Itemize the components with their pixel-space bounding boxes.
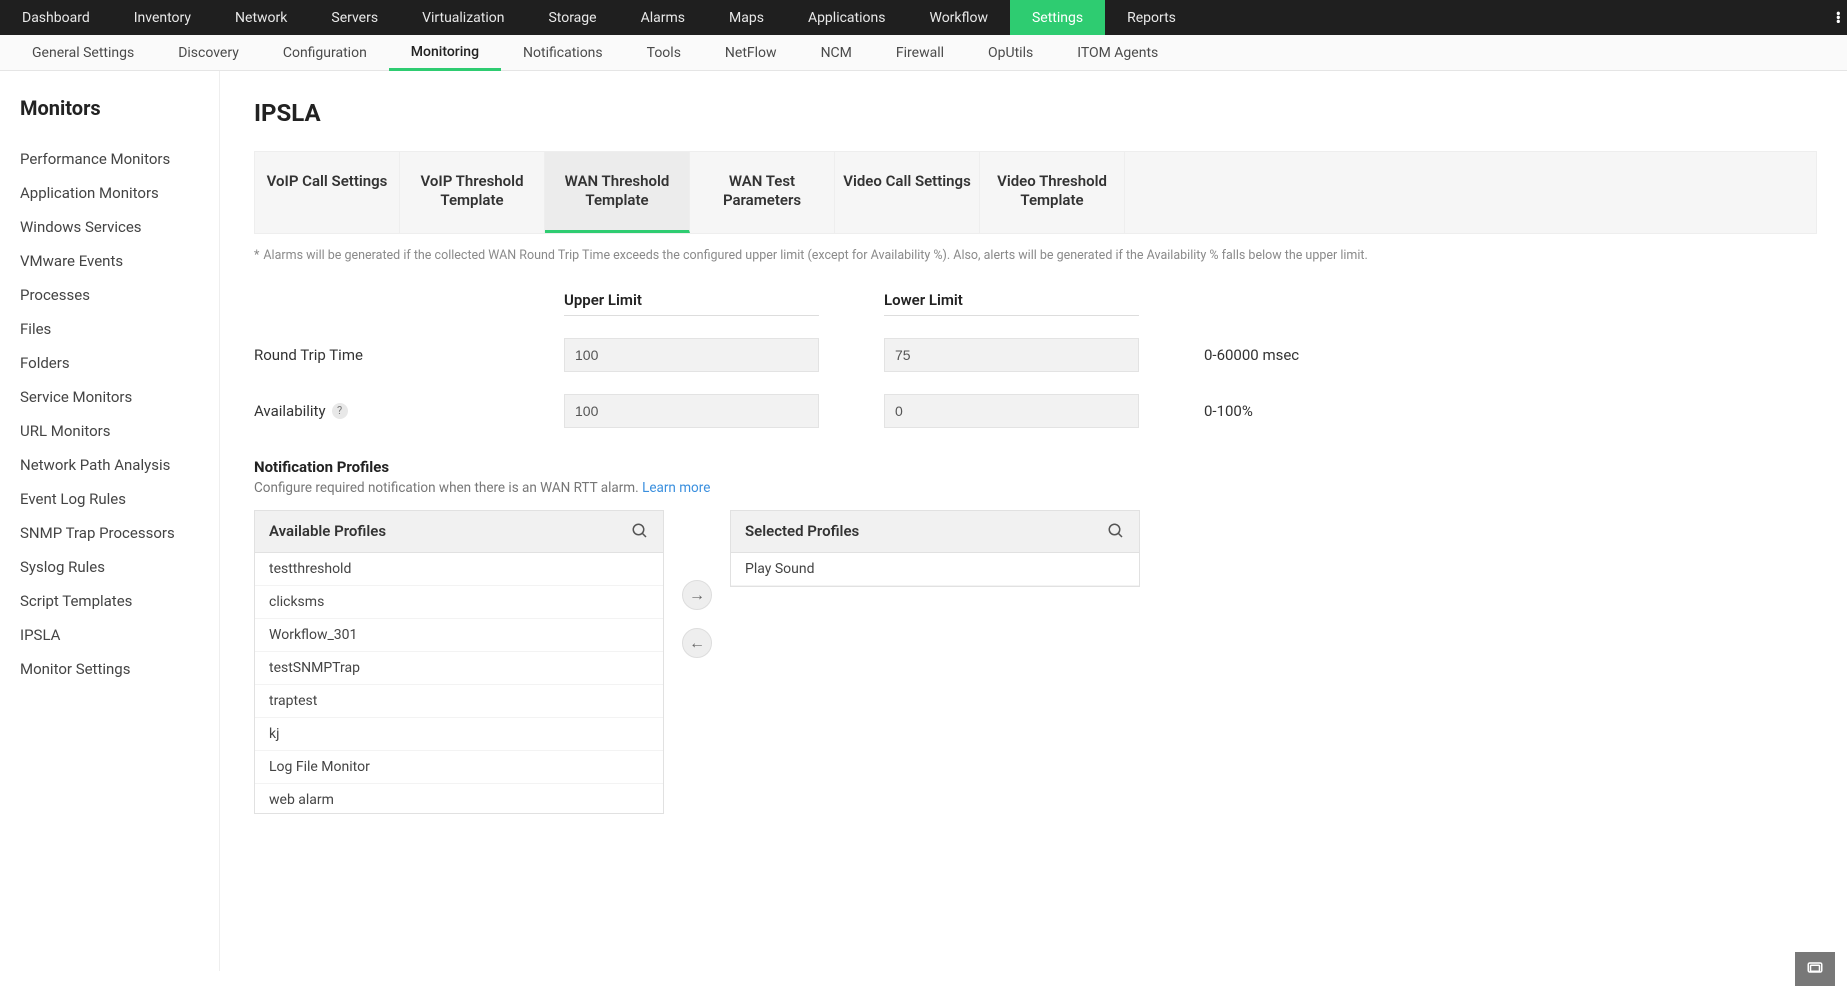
available-profile-item[interactable]: traptest (255, 685, 663, 718)
rtt-upper-input[interactable] (564, 338, 819, 372)
topnav-item-settings[interactable]: Settings (1010, 0, 1105, 35)
subnav-item-configuration[interactable]: Configuration (261, 35, 389, 71)
main-content: IPSLA VoIP Call SettingsVoIP Threshold T… (220, 71, 1847, 971)
topnav-item-reports[interactable]: Reports (1105, 0, 1198, 35)
sidebar-item-files[interactable]: Files (20, 312, 219, 346)
tab-video-call-settings[interactable]: Video Call Settings (835, 152, 980, 233)
availability-upper-input[interactable] (564, 394, 819, 428)
rtt-lower-input[interactable] (884, 338, 1139, 372)
subnav-item-firewall[interactable]: Firewall (874, 35, 966, 71)
subnav-item-discovery[interactable]: Discovery (156, 35, 261, 71)
topnav-item-workflow[interactable]: Workflow (907, 0, 1010, 35)
topnav-item-applications[interactable]: Applications (786, 0, 908, 35)
tab-wan-threshold-template[interactable]: WAN Threshold Template (545, 152, 690, 233)
tab-video-threshold-template[interactable]: Video Threshold Template (980, 152, 1125, 233)
sidebar-item-performance-monitors[interactable]: Performance Monitors (20, 142, 219, 176)
sidebar-item-folders[interactable]: Folders (20, 346, 219, 380)
selected-profiles-label: Selected Profiles (745, 522, 859, 540)
available-profile-item[interactable]: kj (255, 718, 663, 751)
sidebar-item-network-path-analysis[interactable]: Network Path Analysis (20, 448, 219, 482)
topnav-item-alarms[interactable]: Alarms (619, 0, 707, 35)
sidebar-list: Performance MonitorsApplication Monitors… (20, 142, 219, 686)
notification-profiles-sub: Configure required notification when the… (254, 480, 1817, 496)
sidebar-item-vmware-events[interactable]: VMware Events (20, 244, 219, 278)
subnav-item-tools[interactable]: Tools (625, 35, 703, 71)
sub-nav: General SettingsDiscoveryConfigurationMo… (0, 35, 1847, 71)
subnav-item-ncm[interactable]: NCM (799, 35, 874, 71)
sidebar-item-event-log-rules[interactable]: Event Log Rules (20, 482, 219, 516)
sidebar-item-syslog-rules[interactable]: Syslog Rules (20, 550, 219, 584)
rtt-range: 0-60000 msec (1204, 346, 1404, 364)
sidebar-item-ipsla[interactable]: IPSLA (20, 618, 219, 652)
available-profile-item[interactable]: Log File Monitor (255, 751, 663, 784)
selected-profiles-box: Selected Profiles Play Sound (730, 510, 1140, 587)
more-menu-icon[interactable]: ••• (1836, 12, 1839, 24)
topnav-item-network[interactable]: Network (213, 0, 309, 35)
page-title: IPSLA (254, 99, 1817, 127)
sidebar-item-windows-services[interactable]: Windows Services (20, 210, 219, 244)
learn-more-link[interactable]: Learn more (642, 480, 710, 496)
ipsla-tabs: VoIP Call SettingsVoIP Threshold Templat… (254, 151, 1817, 234)
search-icon[interactable] (631, 522, 649, 540)
notification-profiles-heading: Notification Profiles (254, 458, 1817, 476)
sidebar-title: Monitors (20, 96, 219, 120)
topnav-item-storage[interactable]: Storage (526, 0, 618, 35)
available-profiles-list: testthresholdclicksmsWorkflow_301testSNM… (255, 553, 663, 813)
search-icon[interactable] (1107, 522, 1125, 540)
sidebar-item-snmp-trap-processors[interactable]: SNMP Trap Processors (20, 516, 219, 550)
subnav-item-notifications[interactable]: Notifications (501, 35, 625, 71)
sidebar-item-script-templates[interactable]: Script Templates (20, 584, 219, 618)
move-left-button[interactable]: ← (682, 628, 712, 658)
topnav-item-dashboard[interactable]: Dashboard (0, 0, 112, 35)
subnav-item-monitoring[interactable]: Monitoring (389, 35, 501, 71)
threshold-grid: Upper Limit Lower Limit Round Trip Time … (254, 291, 1817, 428)
available-profile-item[interactable]: testSNMPTrap (255, 652, 663, 685)
subnav-item-itom-agents[interactable]: ITOM Agents (1055, 35, 1180, 71)
sidebar-item-service-monitors[interactable]: Service Monitors (20, 380, 219, 414)
chat-icon[interactable] (1795, 952, 1835, 986)
lower-limit-header: Lower Limit (884, 291, 1139, 316)
availability-lower-input[interactable] (884, 394, 1139, 428)
available-profile-item[interactable]: testthreshold (255, 553, 663, 586)
info-note: *Alarms will be generated if the collect… (254, 248, 1817, 263)
top-nav: DashboardInventoryNetworkServersVirtuali… (0, 0, 1847, 35)
tab-voip-call-settings[interactable]: VoIP Call Settings (255, 152, 400, 233)
available-profiles-box: Available Profiles testthresholdclicksms… (254, 510, 664, 814)
sidebar-item-processes[interactable]: Processes (20, 278, 219, 312)
topnav-item-virtualization[interactable]: Virtualization (400, 0, 526, 35)
sidebar-item-url-monitors[interactable]: URL Monitors (20, 414, 219, 448)
availability-range: 0-100% (1204, 402, 1404, 420)
sidebar-item-monitor-settings[interactable]: Monitor Settings (20, 652, 219, 686)
profiles-transfer: Available Profiles testthresholdclicksms… (254, 510, 1817, 814)
subnav-item-netflow[interactable]: NetFlow (703, 35, 799, 71)
upper-limit-header: Upper Limit (564, 291, 819, 316)
subnav-item-general-settings[interactable]: General Settings (10, 35, 156, 71)
sidebar: Monitors Performance MonitorsApplication… (0, 71, 220, 971)
move-right-button[interactable]: → (682, 580, 712, 610)
sidebar-item-application-monitors[interactable]: Application Monitors (20, 176, 219, 210)
row-label-rtt: Round Trip Time (254, 346, 564, 364)
topnav-item-maps[interactable]: Maps (707, 0, 786, 35)
available-profile-item[interactable]: web alarm (255, 784, 663, 813)
selected-profiles-list: Play Sound (731, 553, 1139, 586)
available-profile-item[interactable]: clicksms (255, 586, 663, 619)
selected-profile-item[interactable]: Play Sound (731, 553, 1139, 586)
tab-wan-test-parameters[interactable]: WAN Test Parameters (690, 152, 835, 233)
available-profile-item[interactable]: Workflow_301 (255, 619, 663, 652)
tab-voip-threshold-template[interactable]: VoIP Threshold Template (400, 152, 545, 233)
topnav-item-servers[interactable]: Servers (309, 0, 400, 35)
topnav-item-inventory[interactable]: Inventory (112, 0, 213, 35)
available-profiles-label: Available Profiles (269, 522, 386, 540)
row-label-availability: Availability ? (254, 402, 564, 420)
help-icon[interactable]: ? (332, 403, 348, 419)
subnav-item-oputils[interactable]: OpUtils (966, 35, 1055, 71)
